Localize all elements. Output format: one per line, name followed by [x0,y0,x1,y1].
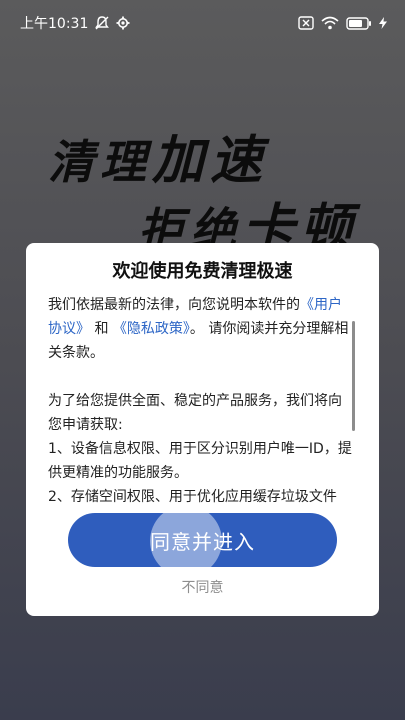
status-left: 上午10:31 [20,13,130,33]
permission-intro: 为了给您提供全面、稳定的产品服务，我们将向您申请获取: 1、设备信息权限、用于区分… [48,389,354,509]
slogan-clean-speed: 清理加速 [48,118,268,193]
settings-icon [116,16,130,30]
agree-label: 同意并进入 [150,531,255,554]
charging-icon [379,17,387,29]
agree-button[interactable]: 同意并进入 [68,513,337,567]
dialog-title: 欢迎使用免费清理极速 [112,261,293,282]
status-right [298,16,387,30]
battery-icon [346,16,372,30]
slogan-speed: 加速 [152,131,269,191]
privacy-dialog: 欢迎使用免费清理极速 我们依据最新的法律，向您说明本软件的《用户协议》 和 《隐… [26,243,379,616]
and-text: 和 [94,321,109,337]
mute-icon [94,15,110,31]
slogan-clean: 清理 [48,135,152,189]
disagree-button[interactable]: 不同意 [26,577,379,597]
status-time: 上午10:31 [20,16,89,32]
wifi-icon [321,16,339,30]
dialog-scrollbar[interactable] [352,321,355,431]
permission-item-1: 1、设备信息权限、用于区分识别用户唯一ID，提供更精准的功能服务。 [48,441,352,481]
intro-paragraph: 我们依据最新的法律，向您说明本软件的《用户协议》 和 《隐私政策》。 请你阅读并… [48,293,354,365]
privacy-policy-link[interactable]: 《隐私政策》 [113,321,190,337]
intro-text: 我们依据最新的法律，向您说明本软件的 [48,297,300,313]
status-bar: 上午10:31 [0,0,405,46]
no-sim-icon [298,16,314,30]
permission-intro-text: 为了给您提供全面、稳定的产品服务，我们将向您申请获取: [48,393,342,433]
